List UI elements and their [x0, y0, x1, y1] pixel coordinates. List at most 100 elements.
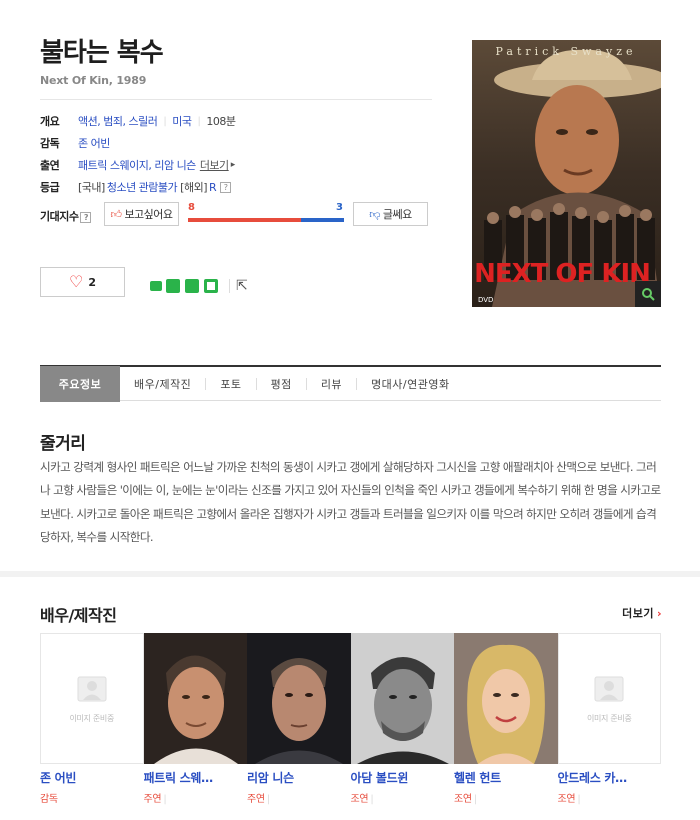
poster-image: Patrick Swayze NEXT OF KIN DVD: [472, 40, 661, 307]
no-image-text: 이미지 준비중: [69, 714, 115, 723]
rating-overseas[interactable]: R: [209, 181, 217, 194]
expectation-gauge-fill: [188, 218, 302, 222]
director-link[interactable]: 존 어빈: [78, 135, 110, 151]
crew-more-label: 더보기: [622, 607, 654, 620]
crew-more-link[interactable]: 더보기 ›: [622, 605, 662, 621]
crew-card[interactable]: 패트릭 스웨… 주연 |: [143, 633, 248, 805]
actor-photo-helen: [454, 633, 558, 764]
movie-subtitle: Next Of Kin, 1989: [40, 74, 147, 87]
crew-name[interactable]: 아담 볼드윈: [351, 769, 446, 786]
crew-name[interactable]: 패트릭 스웨…: [144, 769, 239, 786]
tab-cast-crew[interactable]: 배우/제작진: [134, 366, 191, 402]
help-icon[interactable]: ?: [220, 181, 232, 193]
country-link[interactable]: 미국: [172, 113, 192, 129]
actor-photo-adam: [350, 633, 454, 764]
rating-domestic[interactable]: 청소년 관람불가: [107, 179, 178, 195]
movie-poster[interactable]: Patrick Swayze NEXT OF KIN DVD: [472, 40, 661, 307]
cast-row: 출연 패트릭 스웨이지, 리암 니슨 더보기 ▸: [40, 154, 432, 176]
crew-role: 조연 |: [558, 790, 662, 805]
thumbs-down-icon: 👎︎: [369, 207, 380, 221]
divider: [356, 377, 358, 390]
chevron-right-icon: ▸: [230, 160, 236, 170]
tab-photo[interactable]: 포토: [220, 366, 241, 402]
crew-name[interactable]: 존 어빈: [40, 769, 135, 786]
tab-rating[interactable]: 평점: [271, 366, 292, 402]
expectation-label-text: 기대지수: [40, 210, 79, 223]
divider: [40, 99, 432, 100]
want-button-label: 보고싶어요: [124, 208, 173, 221]
crew-card[interactable]: 헬렌 헌트 조연 |: [454, 633, 558, 805]
crew-photo-placeholder: 이미지 준비중: [557, 633, 661, 764]
line-share-icon[interactable]: [150, 281, 162, 291]
runtime: 108분: [206, 115, 236, 128]
cast-link[interactable]: 패트릭 스웨이지, 리암 니슨: [78, 157, 196, 173]
tab-bar: 주요정보 배우/제작진 포토 평점 리뷰 명대사/연관영화: [40, 365, 661, 402]
crew-card[interactable]: 리암 니슨 주연 |: [247, 633, 351, 805]
crew-role: 감독: [40, 790, 144, 805]
rating-row: 등급 [국내] 청소년 관람불가 [해외] R ?: [40, 176, 432, 198]
crew-role-label: 감독: [40, 794, 58, 805]
cast-more-link[interactable]: 더보기: [200, 157, 229, 173]
not-button-label: 글쎄요: [382, 208, 412, 221]
magnifier-icon[interactable]: [635, 281, 661, 307]
rating-overseas-tag: [해외]: [180, 181, 207, 194]
crew-role: 주연 |: [144, 790, 248, 805]
help-icon[interactable]: ?: [80, 212, 92, 223]
crew-card[interactable]: 아담 볼드윈 조연 |: [350, 633, 455, 805]
expectation-label: 기대지수?: [40, 208, 92, 224]
crew-role-label: 조연: [350, 794, 369, 805]
rating-domestic-tag: [국내]: [78, 181, 105, 194]
band-share-icon[interactable]: [166, 279, 180, 293]
cafe-share-icon[interactable]: [204, 279, 218, 293]
director-label: 감독: [40, 137, 60, 150]
separator: |: [163, 115, 167, 127]
like-button[interactable]: ♡ 2: [40, 267, 125, 297]
expectation-gauge: [188, 218, 344, 222]
crew-list: 이미지 준비중 존 어빈 감독 패트릭 스웨… 주연 | 리암 니슨 주연 | …: [40, 633, 661, 805]
poster-format-text: DVD: [478, 296, 493, 304]
cast-label: 출연: [40, 159, 60, 172]
separator: |: [163, 794, 167, 805]
genre-link[interactable]: 액션, 범죄, 스릴러: [78, 113, 158, 129]
chevron-right-icon: ›: [656, 607, 662, 620]
tab-main-info[interactable]: 주요정보: [40, 365, 120, 402]
crew-heading: 배우/제작진: [40, 606, 117, 625]
crew-photo: [454, 633, 558, 764]
crew-name[interactable]: 헬렌 헌트: [454, 769, 549, 786]
poster-actor-text: Patrick Swayze: [495, 45, 636, 58]
divider: [205, 377, 207, 390]
crew-card[interactable]: 이미지 준비중 안드레스 카… 조연 |: [557, 633, 662, 805]
actor-photo-liam: [247, 633, 351, 764]
crew-role: 조연 |: [351, 790, 455, 805]
crew-photo: [247, 633, 351, 764]
crew-role-label: 조연: [557, 794, 576, 805]
crew-role-label: 주연: [247, 794, 265, 805]
separator: |: [473, 794, 477, 805]
thumbs-up-icon: 👍︎: [110, 207, 122, 221]
crew-card[interactable]: 이미지 준비중 존 어빈 감독: [40, 633, 144, 805]
director-row: 감독 존 어빈: [40, 132, 432, 154]
overview-row: 개요 액션, 범죄, 스릴러 | 미국 | 108분: [40, 110, 432, 132]
separator: |: [197, 115, 201, 127]
separator: |: [266, 794, 270, 805]
rating-label: 등급: [40, 181, 60, 194]
movie-title: 불타는 복수: [40, 38, 164, 68]
tab-quotes-related[interactable]: 명대사/연관영화: [371, 366, 450, 402]
crew-name[interactable]: 리암 니슨: [247, 769, 342, 786]
tab-review[interactable]: 리뷰: [321, 366, 342, 402]
share-bar: ⇱: [150, 279, 248, 293]
person-placeholder-icon: [77, 676, 107, 702]
crew-role-label: 조연: [454, 794, 472, 805]
crew-name[interactable]: 안드레스 카…: [558, 769, 653, 786]
plot-text: 시카고 강력계 형사인 패트릭은 어느날 가까운 친척의 동생이 시카고 갱에게…: [40, 460, 661, 544]
crew-photo-placeholder: 이미지 준비중: [40, 633, 144, 764]
not-sure-button[interactable]: 👎︎ 글쎄요: [353, 202, 428, 226]
separator: |: [577, 794, 581, 805]
blog-share-icon[interactable]: [185, 279, 199, 293]
crew-role: 주연 |: [247, 790, 351, 805]
share-out-icon[interactable]: ⇱: [229, 279, 248, 293]
expectation-widget: 기대지수? 👍︎ 보고싶어요 8 3 👎︎ 글쎄요: [40, 200, 432, 228]
poster-logo-text: NEXT OF KIN: [474, 259, 650, 289]
want-to-see-button[interactable]: 👍︎ 보고싶어요: [104, 202, 179, 226]
crew-photo: [143, 633, 247, 764]
